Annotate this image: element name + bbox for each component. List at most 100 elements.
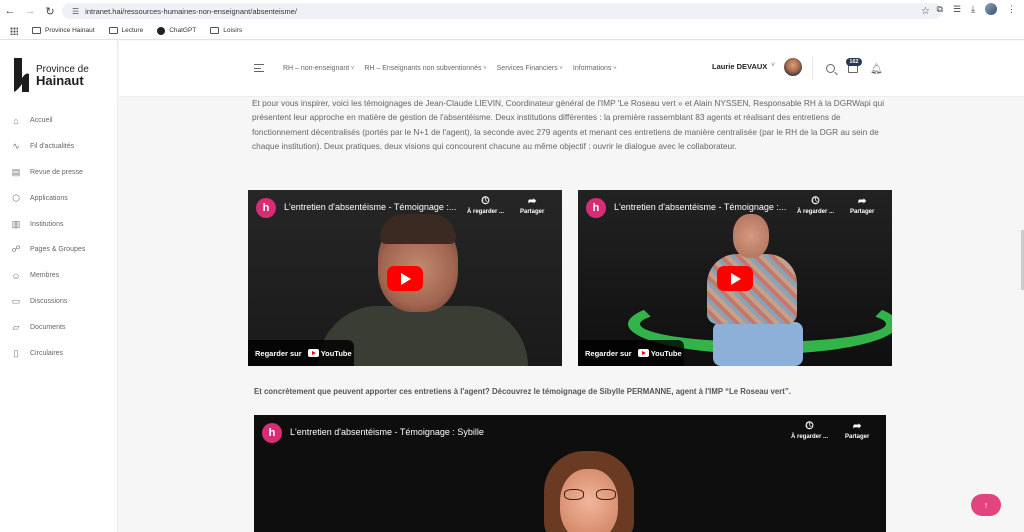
browser-toolbar: ← → ↻ ☰ intranet.hai/ressources-humaines… [0, 0, 1024, 22]
top-header: RH – non-enseignant RH – Enseignants non… [119, 41, 1024, 97]
chevron-down-icon[interactable]: ˅ [771, 62, 775, 69]
share-label: Partager [520, 209, 545, 215]
forward-icon[interactable]: → [20, 0, 40, 22]
sidebar-item-label: Accueil [30, 117, 53, 125]
bookmark-loisirs[interactable]: Loisirs [210, 27, 242, 34]
video-thumbnail [544, 451, 634, 532]
sidebar-nav: ⌂ Accueil ∿ Fil d'actualités ▤ Revue de pre… [10, 108, 85, 366]
sidebar-item-discussions[interactable]: ▭ Discussions [10, 289, 85, 315]
sidebar-item-membres[interactable]: ☺ Membres [10, 263, 85, 289]
back-icon[interactable]: ← [0, 0, 20, 22]
user-icon: ☺ [11, 270, 21, 281]
user-avatar[interactable] [784, 58, 802, 76]
sidebar-item-label: Revue de presse [30, 168, 83, 176]
menu-rh-enseignants[interactable]: RH – Enseignants non subventionnés [364, 65, 486, 72]
watch-later-button[interactable]: 🕓︎ À regarder ... [467, 196, 504, 215]
watch-later-button[interactable]: 🕓︎ À regarder ... [791, 421, 828, 440]
sidebar-item-accueil[interactable]: ⌂ Accueil [10, 108, 85, 134]
youtube-logo-icon: YouTube [637, 349, 682, 358]
sidebar-item-revue[interactable]: ▤ Revue de presse [10, 160, 85, 186]
reading-list-icon[interactable]: ☰ [953, 4, 961, 15]
logo-line2: Hainaut [36, 73, 84, 88]
bookmark-label: Loisirs [223, 27, 243, 34]
intro-paragraph: Et pour vous inspirer, voici les témoign… [252, 98, 885, 152]
bookmark-label: ChatGPT [169, 27, 197, 34]
sidebar-item-label: Membres [30, 272, 60, 280]
scroll-to-top-button[interactable]: ↑ [971, 494, 1001, 516]
share-icon: ➦ [852, 421, 862, 432]
extensions-icon[interactable]: ⧉ [937, 4, 943, 15]
question-paragraph: Et concrètement que peuvent apporter ces… [254, 387, 791, 396]
sidebar-item-documents[interactable]: ▱ Documents [10, 314, 85, 340]
video-embed-sybille[interactable]: h L'entretien d'absentéisme - Témoignage… [254, 415, 886, 532]
video-embed-nyssen[interactable]: h L'entretien d'absentéisme - Témoignage… [578, 190, 892, 366]
video-title[interactable]: L'entretien d'absentéisme - Témoignage :… [290, 427, 484, 437]
clock-icon: 🕓︎ [805, 421, 814, 432]
search-icon[interactable] [826, 64, 835, 73]
bookmark-province-hainaut[interactable]: Province Hainaut [32, 27, 95, 34]
share-label: Partager [850, 209, 875, 215]
sidebar: Province de Hainaut ⌂ Accueil ∿ Fil d'actu… [0, 40, 118, 532]
video-thumbnail [628, 214, 892, 366]
video-title[interactable]: L'entretien d'absentéisme - Témoignage :… [284, 202, 456, 212]
channel-logo[interactable]: h [262, 423, 282, 443]
menu-informations[interactable]: Informations [573, 65, 617, 72]
groups-icon: ☍ [11, 244, 21, 255]
share-button[interactable]: ➦ Partager [850, 196, 874, 215]
sidebar-item-fil[interactable]: ∿ Fil d'actualités [10, 134, 85, 160]
sidebar-item-label: Documents [30, 323, 66, 331]
sidebar-item-applications[interactable]: ⬡ Applications [10, 185, 85, 211]
video-row: h L'entretien d'absentéisme - Témoignage… [248, 190, 892, 366]
video-thumbnail [318, 214, 528, 366]
folder-icon [210, 27, 220, 34]
bookmark-star-icon[interactable]: ☆ [921, 6, 930, 17]
play-button[interactable] [387, 266, 423, 291]
site-logo[interactable]: Province de Hainaut [12, 56, 89, 94]
download-icon[interactable]: ⤓ [971, 4, 975, 15]
channel-logo[interactable]: h [586, 198, 606, 218]
share-button[interactable]: ➦ Partager [845, 421, 869, 440]
hainaut-logo-icon [12, 56, 30, 94]
inbox-icon[interactable] [848, 65, 858, 73]
youtube-logo-icon: YouTube [307, 349, 352, 358]
watch-on-youtube[interactable]: Regarder sur YouTube [578, 340, 684, 366]
profile-avatar[interactable] [985, 3, 997, 15]
sidebar-item-circulaires[interactable]: ▯ Circulaires [10, 340, 85, 366]
sidebar-item-label: Pages & Groupes [30, 246, 86, 254]
bookmark-lecture[interactable]: Lecture [108, 27, 144, 34]
bell-icon[interactable]: 🔔︎ [870, 64, 883, 75]
watch-on-youtube[interactable]: Regarder sur YouTube [248, 340, 354, 366]
folder-icon [32, 27, 41, 34]
reload-icon[interactable]: ↻ [40, 0, 60, 22]
address-bar[interactable]: ☰ intranet.hai/ressources-humaines-non-e… [62, 3, 942, 19]
sidebar-item-pages-groupes[interactable]: ☍ Pages & Groupes [10, 237, 85, 263]
channel-logo[interactable]: h [256, 198, 276, 218]
share-label: Partager [845, 434, 870, 440]
bookmark-label: Lecture [121, 27, 144, 34]
sidebar-item-label: Fil d'actualités [30, 143, 75, 151]
apps-grid-icon[interactable] [10, 26, 18, 35]
chat-icon: ▭ [11, 295, 21, 306]
watch-later-label: À regarder ... [467, 209, 505, 215]
menu-rh-non-enseignant[interactable]: RH – non-enseignant [283, 65, 354, 72]
main-content: Et pour vous inspirer, voici les témoign… [248, 96, 892, 532]
divider [812, 57, 813, 79]
sidebar-item-label: Circulaires [30, 349, 64, 357]
hamburger-menu-icon[interactable] [254, 64, 264, 75]
message-count-badge: 162 [846, 58, 862, 66]
video-title[interactable]: L'entretien d'absentéisme - Témoignage :… [614, 202, 786, 212]
video-embed-lievin[interactable]: h L'entretien d'absentéisme - Témoignage… [248, 190, 562, 366]
play-button[interactable] [717, 266, 753, 291]
user-name[interactable]: Laurie DEVAUX [712, 62, 767, 71]
menu-services-financiers[interactable]: Services Financiers [497, 65, 563, 72]
sidebar-item-institutions[interactable]: ▥ Institutions [10, 211, 85, 237]
watch-later-button[interactable]: 🕓︎ À regarder ... [797, 196, 834, 215]
share-icon: ➦ [857, 196, 867, 207]
building-icon: ▥ [11, 218, 21, 229]
share-button[interactable]: ➦ Partager [520, 196, 544, 215]
share-icon: ➦ [527, 196, 537, 207]
menu-dots-icon[interactable]: ⋮ [1007, 4, 1016, 15]
site-info-icon[interactable]: ☰ [72, 7, 79, 16]
clock-icon: 🕓︎ [811, 196, 820, 207]
bookmark-chatgpt[interactable]: ChatGPT [157, 26, 197, 35]
